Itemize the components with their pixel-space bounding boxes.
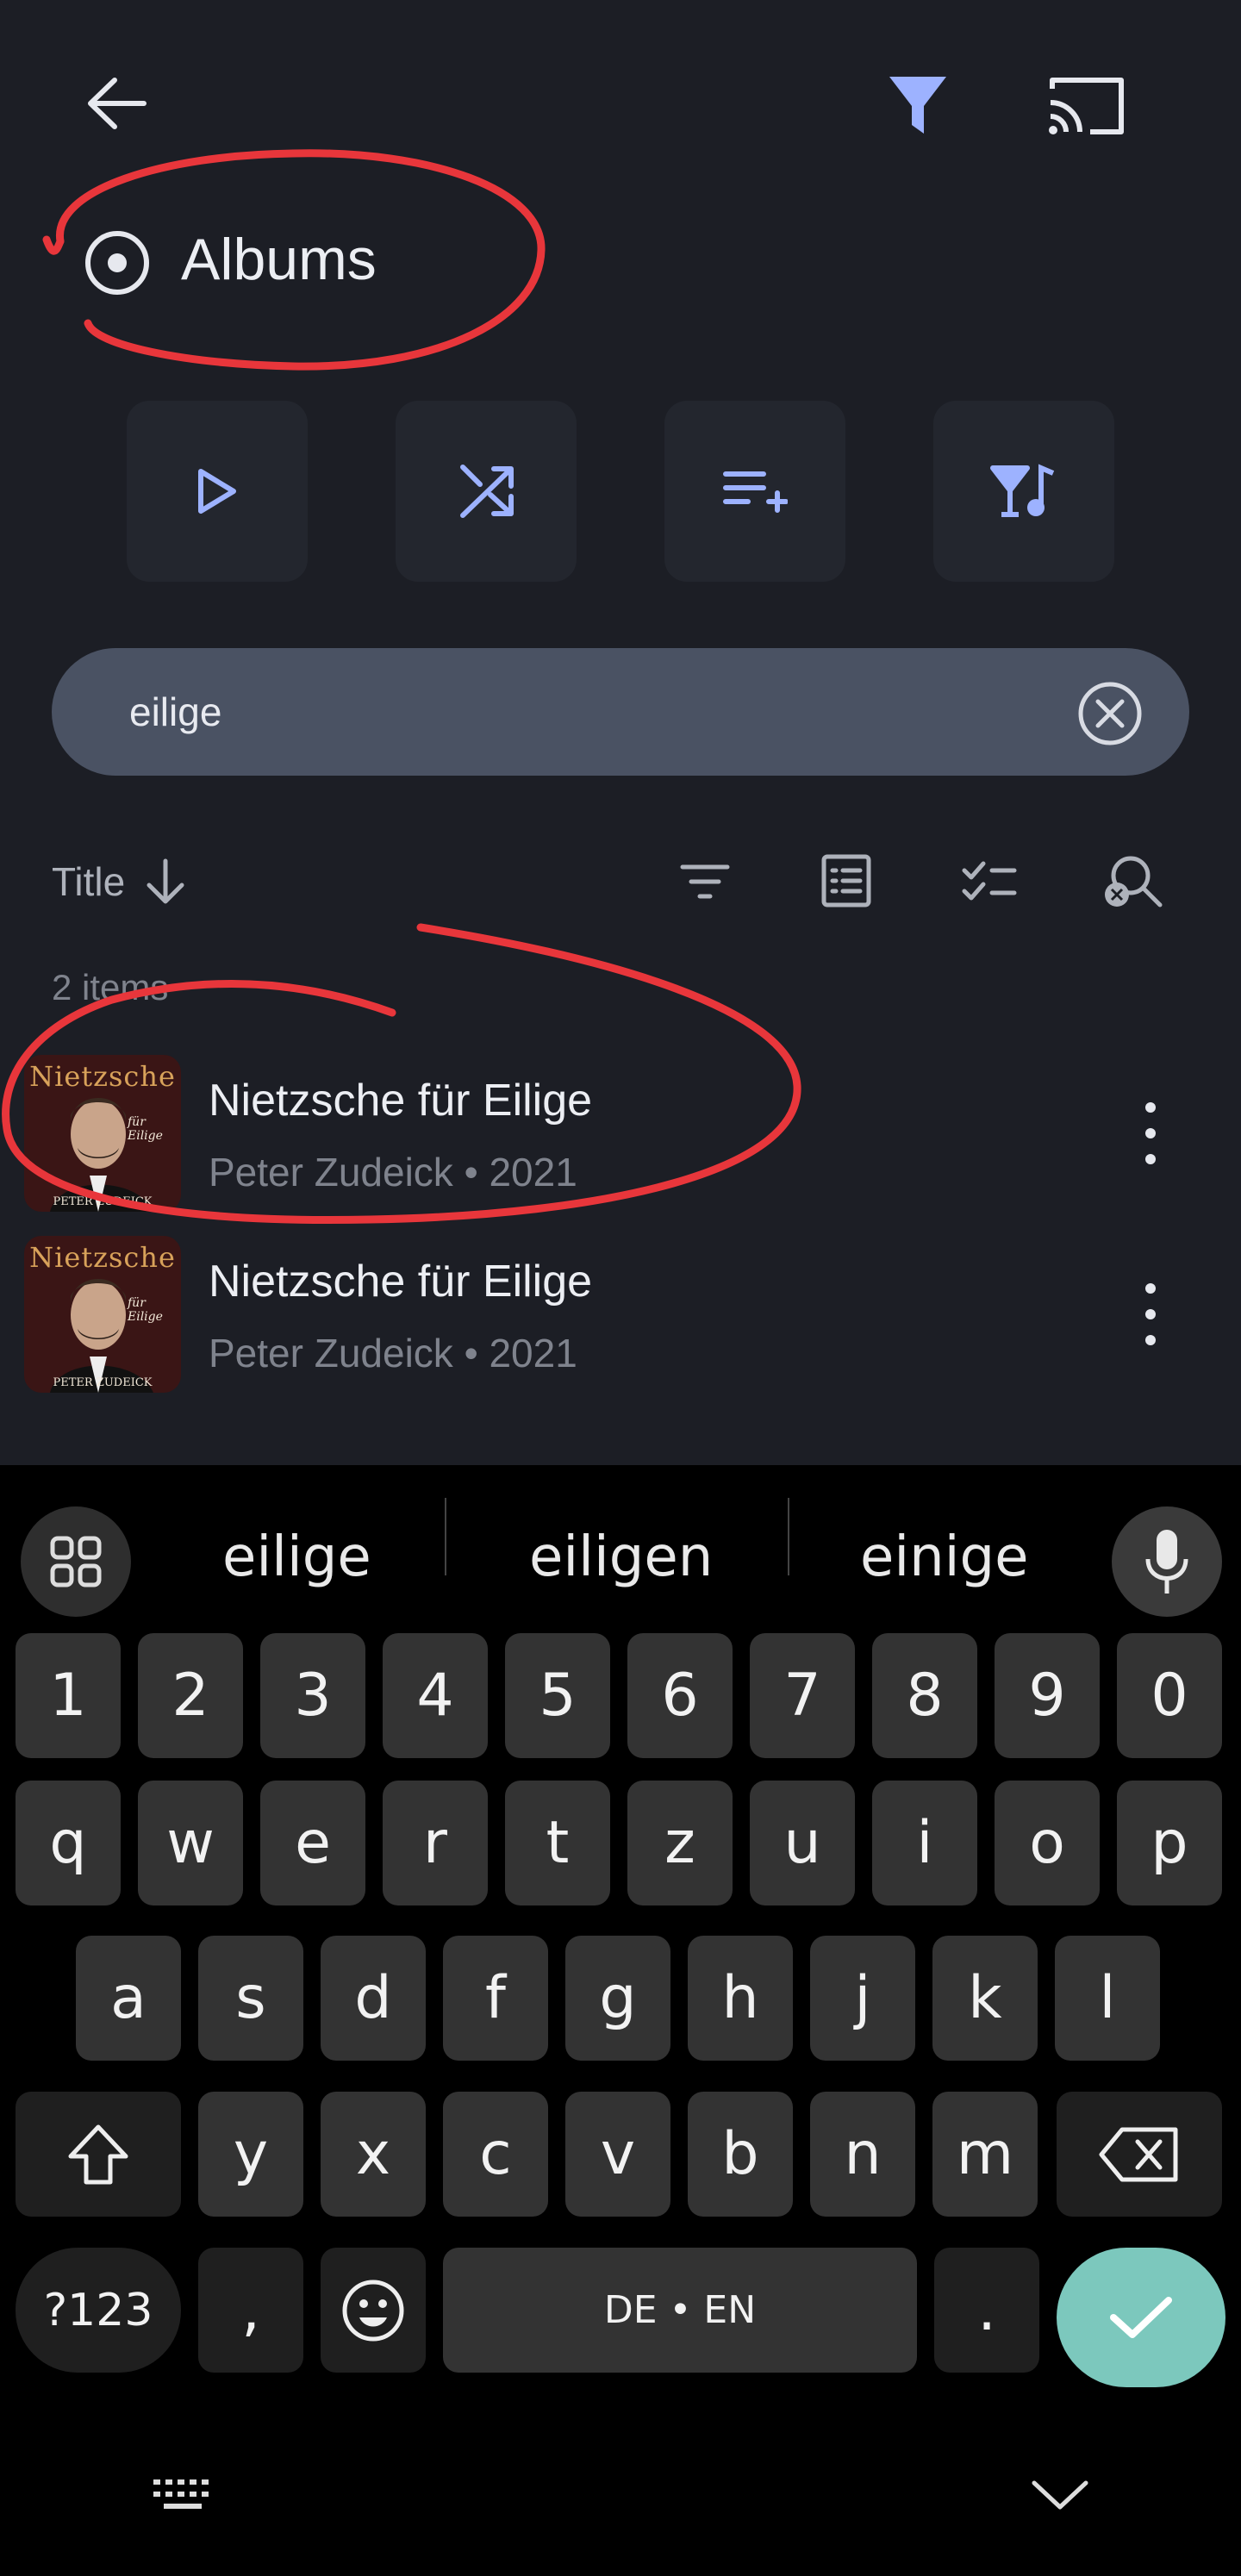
cast-icon[interactable] [1045,73,1128,139]
suggestion-divider [788,1498,789,1575]
search-input[interactable] [129,683,991,741]
shift-key[interactable] [16,2092,181,2217]
play-button[interactable] [127,401,308,582]
shift-icon [68,2124,128,2184]
suggestion-1[interactable]: eilige [222,1525,371,1589]
microphone-icon[interactable] [1112,1506,1222,1617]
key-g[interactable]: g [565,1936,670,2061]
album-subtitle: Peter Zudeick • 2021 [209,1331,577,1375]
key-k[interactable]: k [932,1936,1038,2061]
key-z[interactable]: z [627,1781,733,1905]
key-v[interactable]: v [565,2092,670,2217]
shuffle-icon [460,465,514,518]
playlist-add-icon [723,471,788,513]
key-0[interactable]: 0 [1117,1633,1222,1758]
search-bar[interactable] [52,648,1189,776]
select-list-icon[interactable] [961,860,1018,908]
back-arrow-icon[interactable] [82,73,151,134]
key-2[interactable]: 2 [138,1633,243,1758]
key-m[interactable]: m [932,2092,1038,2217]
more-options-icon[interactable] [1138,1282,1163,1351]
space-key[interactable]: DE • EN [443,2248,917,2373]
key-e[interactable]: e [260,1781,365,1905]
shuffle-button[interactable] [396,401,577,582]
key-p[interactable]: p [1117,1781,1222,1905]
key-n[interactable]: n [810,2092,915,2217]
search-clear-icon[interactable] [1103,853,1163,914]
key-1[interactable]: 1 [16,1633,121,1758]
key-y[interactable]: y [198,2092,303,2217]
key-x[interactable]: x [321,2092,426,2217]
apps-grid-icon[interactable] [21,1506,131,1617]
key-b[interactable]: b [688,2092,793,2217]
annotation-circle-title [42,149,546,371]
key-s[interactable]: s [198,1936,303,2061]
emoji-icon [342,2280,404,2341]
suggestion-divider [445,1498,446,1575]
soft-keyboard: eilige eiligen einige 1 2 3 4 5 6 7 8 9 … [0,1465,1241,2576]
sort-button[interactable]: Title [52,858,187,906]
key-a[interactable]: a [76,1936,181,2061]
key-7[interactable]: 7 [750,1633,855,1758]
backspace-icon [1099,2127,1178,2181]
key-h[interactable]: h [688,1936,793,2061]
checkmark-icon [1110,2297,1172,2338]
play-icon [198,469,236,514]
key-t[interactable]: t [505,1781,610,1905]
app-screen: Albums Title 2 items [0,0,1241,1465]
key-l[interactable]: l [1055,1936,1160,2061]
comma-key[interactable]: , [198,2248,303,2373]
mix-button[interactable] [933,401,1114,582]
suggestion-2[interactable]: eiligen [529,1525,713,1589]
annotation-circle-item [2,923,801,1225]
key-u[interactable]: u [750,1781,855,1905]
key-c[interactable]: c [443,2092,548,2217]
hide-keyboard-icon[interactable] [1031,2478,1089,2517]
key-5[interactable]: 5 [505,1633,610,1758]
more-options-icon[interactable] [1138,1101,1163,1170]
enter-key[interactable] [1057,2248,1225,2387]
party-music-icon [990,464,1055,517]
key-i[interactable]: i [872,1781,977,1905]
key-j[interactable]: j [810,1936,915,2061]
clear-search-icon[interactable] [1077,681,1143,751]
key-r[interactable]: r [383,1781,488,1905]
symbols-key[interactable]: ?123 [16,2248,181,2373]
key-w[interactable]: w [138,1781,243,1905]
add-to-queue-button[interactable] [664,401,845,582]
list-view-icon[interactable] [820,853,872,913]
suggestion-3[interactable]: einige [860,1525,1029,1589]
key-4[interactable]: 4 [383,1633,488,1758]
key-3[interactable]: 3 [260,1633,365,1758]
key-6[interactable]: 6 [627,1633,733,1758]
emoji-key[interactable] [321,2248,426,2373]
filter-lines-icon[interactable] [679,862,731,906]
key-9[interactable]: 9 [995,1633,1100,1758]
backspace-key[interactable] [1057,2092,1222,2217]
filter-icon[interactable] [888,73,948,135]
sort-label: Title [52,859,126,904]
period-key[interactable]: . [934,2248,1039,2373]
key-o[interactable]: o [995,1781,1100,1905]
key-8[interactable]: 8 [872,1633,977,1758]
keyboard-switch-icon[interactable] [152,2478,214,2518]
key-f[interactable]: f [443,1936,548,2061]
key-q[interactable]: q [16,1781,121,1905]
key-d[interactable]: d [321,1936,426,2061]
arrow-down-icon [147,858,184,904]
